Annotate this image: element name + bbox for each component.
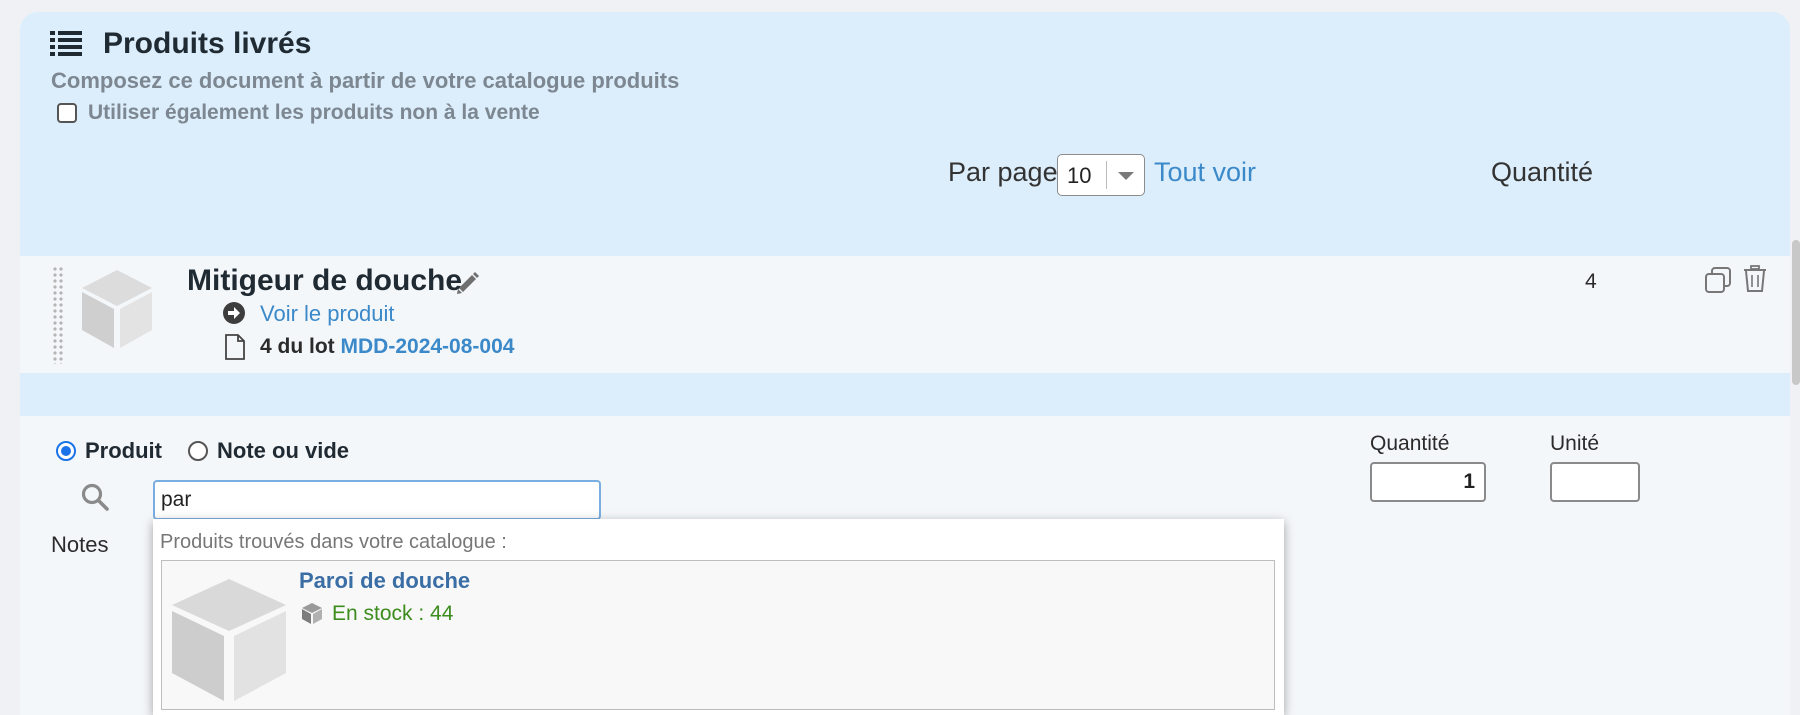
search-icon <box>81 483 109 511</box>
page-scrollbar[interactable] <box>1792 240 1800 385</box>
quantity-column-header: Quantité <box>1491 157 1594 187</box>
note-radio[interactable] <box>188 441 208 461</box>
quantity-input[interactable] <box>1370 462 1486 502</box>
see-all-link[interactable]: Tout voir <box>1154 157 1256 188</box>
non-sale-products-checkbox[interactable] <box>57 103 77 123</box>
row-quantity: 4 <box>1585 270 1597 293</box>
per-page-select[interactable]: 10 <box>1057 154 1145 196</box>
view-product-link[interactable]: Voir le produit <box>260 301 395 327</box>
page-title: Produits livrés <box>103 27 312 60</box>
results-heading: Produits trouvés dans votre catalogue : <box>160 531 507 553</box>
drag-handle-icon[interactable] <box>52 266 64 364</box>
product-radio[interactable] <box>56 441 76 461</box>
per-page-separator <box>1106 161 1107 189</box>
file-icon <box>225 334 245 360</box>
delivered-products-panel: Produits livrés Composez ce document à p… <box>20 12 1790 715</box>
pencil-icon[interactable] <box>455 270 481 296</box>
per-page-label: Par page <box>948 157 1058 187</box>
result-cube-icon <box>172 579 286 701</box>
result-item[interactable]: Paroi de douche En stock : 44 <box>161 560 1275 710</box>
product-row: Mitigeur de douche Voir le produit 4 du … <box>20 256 1790 373</box>
note-radio-label[interactable]: Note ou vide <box>217 438 349 464</box>
caret-down-icon[interactable] <box>1118 172 1134 180</box>
unit-label: Unité <box>1550 432 1600 455</box>
lot-code-link[interactable]: MDD-2024-08-004 <box>341 335 515 358</box>
box-icon <box>302 603 322 624</box>
result-name[interactable]: Paroi de douche <box>299 568 470 594</box>
product-name: Mitigeur de douche <box>187 264 463 297</box>
notes-label: Notes <box>51 532 109 557</box>
quantity-label: Quantité <box>1370 432 1450 455</box>
separator-band <box>20 373 1790 416</box>
lot-info: 4 du lot MDD-2024-08-004 <box>260 335 514 359</box>
trash-icon[interactable] <box>1743 265 1767 293</box>
non-sale-products-label: Utiliser également les produits non à la… <box>88 101 540 124</box>
page-subtitle: Composez ce document à partir de votre c… <box>51 68 680 93</box>
panel-header: Produits livrés Composez ce document à p… <box>20 12 1790 256</box>
product-search-input[interactable] <box>153 480 601 520</box>
result-stock: En stock : 44 <box>332 602 454 625</box>
arrow-circle-right-icon <box>223 302 245 324</box>
non-sale-products-option[interactable]: Utiliser également les produits non à la… <box>57 101 540 125</box>
product-radio-label[interactable]: Produit <box>85 438 162 464</box>
search-results-dropdown: Produits trouvés dans votre catalogue : … <box>153 519 1284 715</box>
copy-icon[interactable] <box>1703 265 1733 295</box>
product-cube-icon <box>82 270 152 348</box>
line-type-radio-group: Produit Note ou vide <box>56 438 375 464</box>
unit-input[interactable] <box>1550 462 1640 502</box>
per-page-value: 10 <box>1067 163 1092 188</box>
lot-prefix: 4 du lot <box>260 335 335 358</box>
list-icon <box>50 31 82 56</box>
